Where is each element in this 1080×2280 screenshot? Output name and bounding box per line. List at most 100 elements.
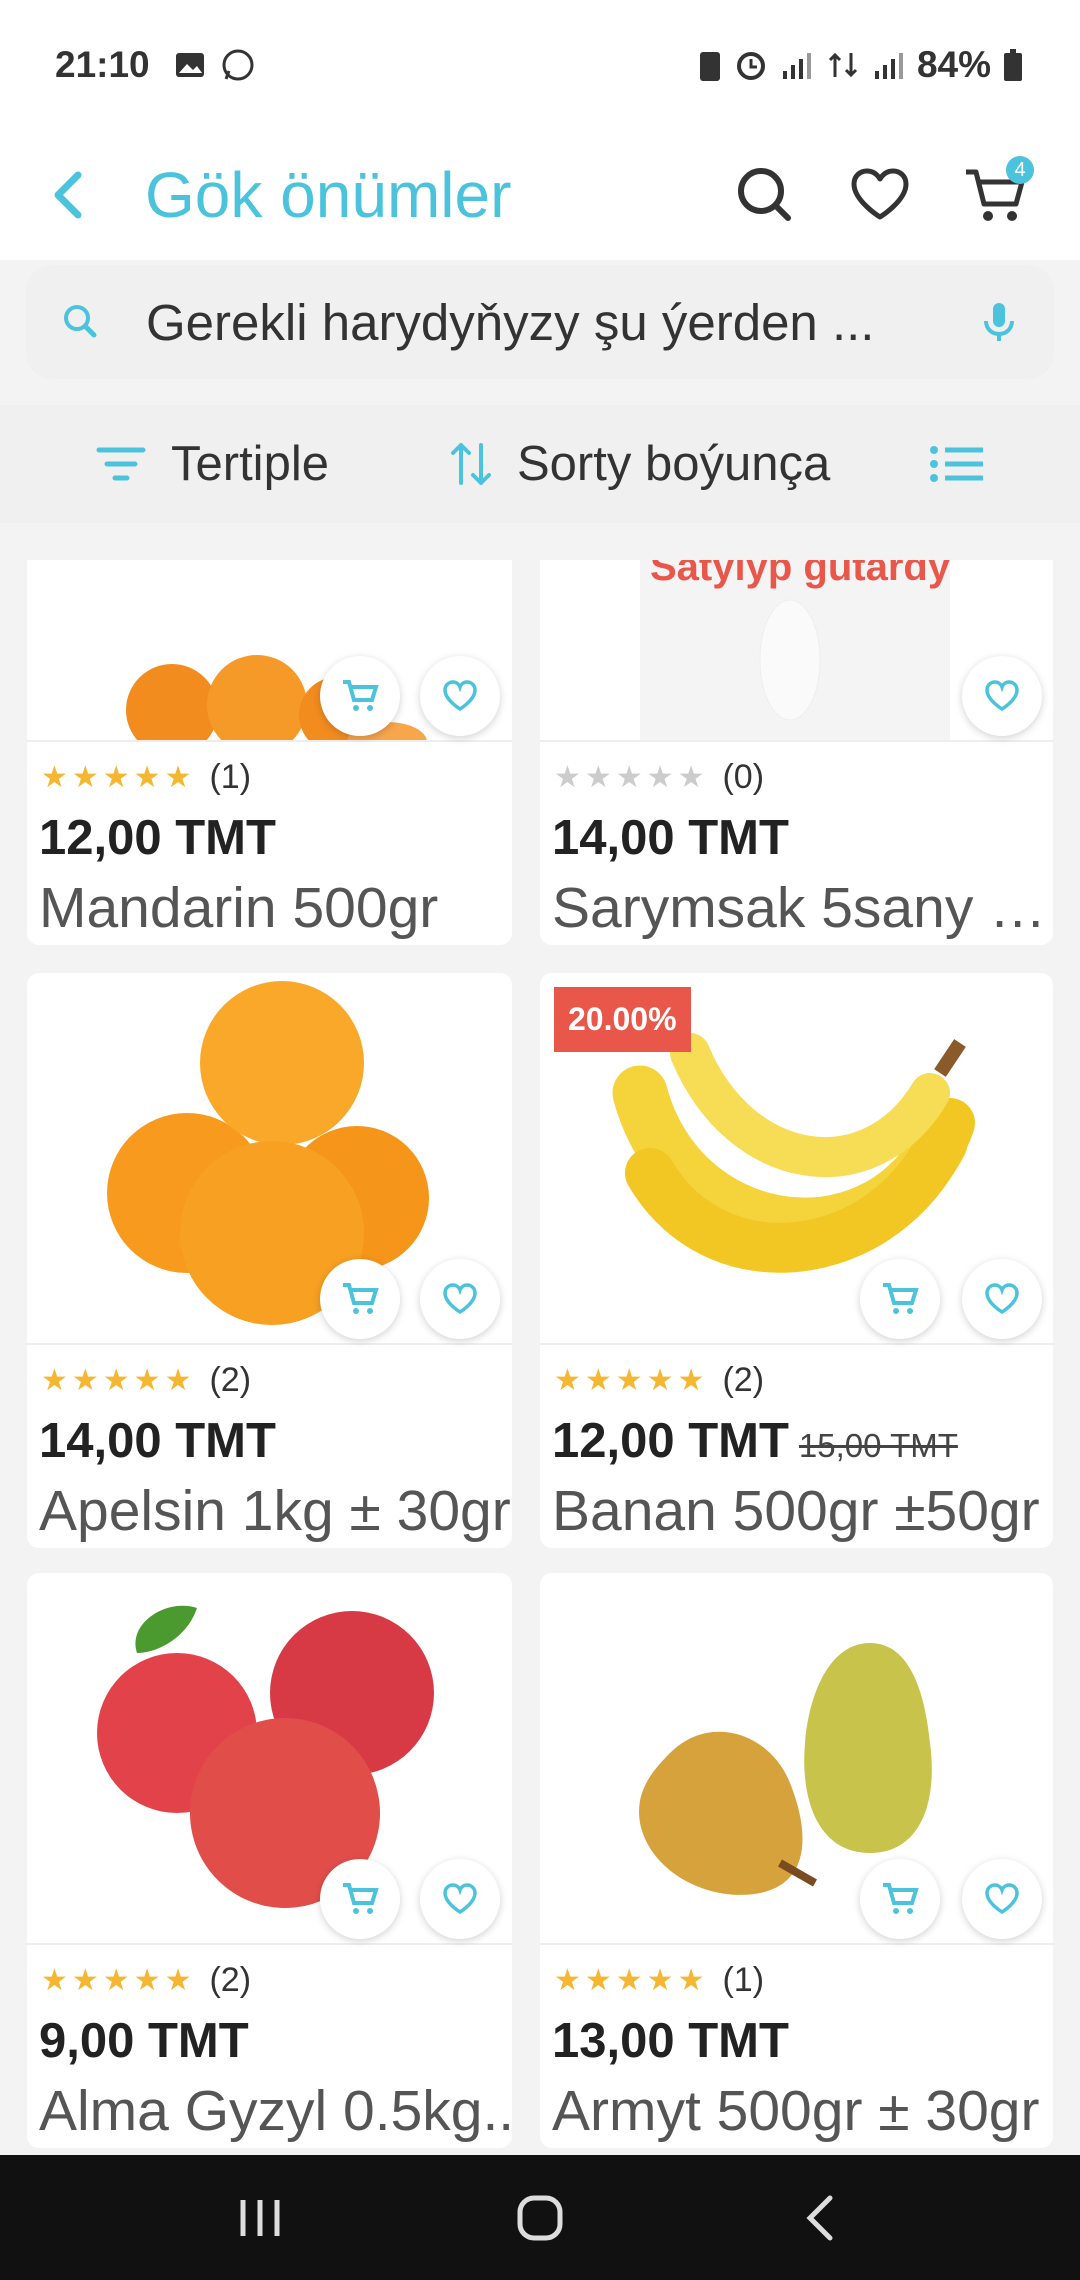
heart-icon: [985, 1883, 1019, 1915]
product-rating: ★★★★★ (2): [41, 1961, 251, 2000]
add-to-cart-button[interactable]: [320, 656, 400, 736]
gallery-icon: [175, 53, 204, 77]
product-name: Sarymsak 5sany 2...: [552, 876, 1047, 940]
cart-icon: [883, 1883, 919, 1914]
product-price: 12,00 TMT 15,00 TMT: [552, 1413, 958, 1469]
favorite-button[interactable]: [962, 1859, 1042, 1939]
product-price: 9,00 TMT: [39, 2014, 249, 2068]
cart-icon: [343, 1283, 379, 1314]
recent-apps-button[interactable]: [220, 2178, 300, 2258]
product-card[interactable]: 20.00% ★★★★★ (2) 12,00 TMT 15,00 TMT Bana…: [540, 973, 1053, 1548]
recent-apps-icon: [240, 2199, 280, 2236]
rating-stars: ★★★★★: [554, 761, 709, 794]
signal-icon: [782, 53, 811, 79]
heart-icon: [443, 1883, 477, 1915]
discount-badge: 20.00%: [554, 987, 691, 1052]
heart-icon: [851, 168, 909, 220]
status-right: 84%: [697, 44, 1025, 86]
heart-icon: [985, 680, 1019, 712]
app-bar: Gök önümler 4: [0, 130, 1080, 260]
back-icon[interactable]: [40, 165, 100, 225]
cart-button[interactable]: 4: [950, 150, 1040, 240]
search-input[interactable]: [146, 292, 954, 352]
product-price: 14,00 TMT: [39, 1414, 276, 1468]
home-icon: [517, 2195, 563, 2240]
microphone-icon[interactable]: [974, 297, 1024, 347]
favorite-button[interactable]: [962, 1259, 1042, 1339]
cart-badge: 4: [1006, 156, 1034, 184]
product-card[interactable]: ★★★★★ (1) 13,00 TMT Armyt 500gr ± 30gr: [540, 1573, 1053, 2148]
search-button[interactable]: [720, 150, 810, 240]
screen: 21:10 84% Gök önümler 4 Gerekli harydyňy…: [0, 0, 1080, 2280]
rating-count: (1): [209, 758, 252, 796]
product-rating: ★★★★★ (2): [554, 1361, 764, 1400]
product-name: Armyt 500gr ± 30gr: [552, 2079, 1040, 2143]
current-price: 12,00 TMT: [552, 1414, 789, 1468]
sort-button[interactable]: Sorty boýunça: [449, 436, 830, 492]
product-name: Alma Gyzyl 0.5kg...: [39, 2079, 512, 2143]
rating-stars: ★★★★★: [41, 1964, 196, 1997]
product-rating: ★★★★★ (1): [554, 1961, 764, 2000]
product-price: 12,00 TMT: [39, 811, 276, 865]
filter-label: Tertiple: [171, 437, 329, 491]
system-back-button[interactable]: [780, 2178, 860, 2258]
heart-icon: [985, 1283, 1019, 1315]
search-bar: [26, 265, 1054, 379]
cart-icon: [883, 1283, 919, 1314]
filter-button[interactable]: Tertiple: [95, 436, 329, 492]
rating-count: (0): [722, 758, 765, 796]
product-name: Mandarin 500gr: [39, 876, 439, 940]
sold-out-label: Satylyp gutardy: [650, 560, 951, 589]
rating-stars: ★★★★★: [41, 1364, 196, 1397]
rating-count: (2): [209, 1361, 252, 1399]
product-card[interactable]: ★★★★★ (1) 12,00 TMT Mandarin 500gr: [27, 560, 512, 945]
list-view-icon[interactable]: [929, 444, 985, 484]
product-rating: ★★★★★ (0): [554, 758, 764, 797]
rating-count: (2): [209, 1961, 252, 1999]
search-icon: [738, 168, 791, 221]
rating-stars: ★★★★★: [41, 761, 196, 794]
product-grid: ★★★★★ (1) 12,00 TMT Mandarin 500gr Satyl…: [0, 560, 1080, 2155]
signal-icon-2: [874, 53, 903, 79]
product-card[interactable]: ★★★★★ (2) 9,00 TMT Alma Gyzyl 0.5kg...: [27, 1573, 512, 2148]
battery-percent: 84%: [916, 44, 991, 85]
system-back-icon: [806, 2195, 833, 2240]
add-to-cart-button[interactable]: [860, 1859, 940, 1939]
heart-icon: [443, 1283, 477, 1315]
product-price: 14,00 TMT: [552, 811, 789, 865]
favorites-button[interactable]: [835, 150, 925, 240]
battery-saver-icon: [699, 52, 720, 81]
heart-icon: [443, 680, 477, 712]
favorite-button[interactable]: [962, 656, 1042, 736]
add-to-cart-button[interactable]: [320, 1259, 400, 1339]
product-rating: ★★★★★ (2): [41, 1361, 251, 1400]
product-name: Apelsin 1kg ± 30gr: [39, 1479, 511, 1543]
rating-stars: ★★★★★: [554, 1964, 709, 1997]
product-card[interactable]: ★★★★★ (2) 14,00 TMT Apelsin 1kg ± 30gr: [27, 973, 512, 1548]
status-bar: 21:10 84%: [0, 0, 1080, 130]
home-button[interactable]: [500, 2178, 580, 2258]
product-price: 13,00 TMT: [552, 2014, 789, 2068]
rating-stars: ★★★★★: [554, 1364, 709, 1397]
favorite-button[interactable]: [420, 1859, 500, 1939]
product-name: Banan 500gr ±50gr: [552, 1479, 1040, 1543]
product-rating: ★★★★★ (1): [41, 758, 251, 797]
search-field-icon: [64, 305, 97, 338]
cart-icon: [343, 680, 379, 711]
page-title: Gök önümler: [145, 159, 512, 231]
whatsapp-icon: [222, 49, 254, 81]
sort-icon: [450, 443, 491, 485]
favorite-button[interactable]: [420, 1259, 500, 1339]
data-transfer-icon: [828, 52, 857, 78]
add-to-cart-button[interactable]: [860, 1259, 940, 1339]
favorite-button[interactable]: [420, 656, 500, 736]
product-card[interactable]: Satylyp gutardy ★★★★★ (0) 14,00 TMT Sary…: [540, 560, 1053, 945]
filter-bar: Tertiple Sorty boýunça: [0, 405, 1080, 523]
system-nav-bar: [0, 2155, 1080, 2280]
rating-count: (2): [722, 1361, 765, 1399]
add-to-cart-button[interactable]: [320, 1859, 400, 1939]
filter-icon: [96, 447, 146, 481]
cart-icon: [343, 1883, 379, 1914]
battery-icon: [1004, 49, 1022, 81]
alarm-icon: [736, 52, 765, 80]
